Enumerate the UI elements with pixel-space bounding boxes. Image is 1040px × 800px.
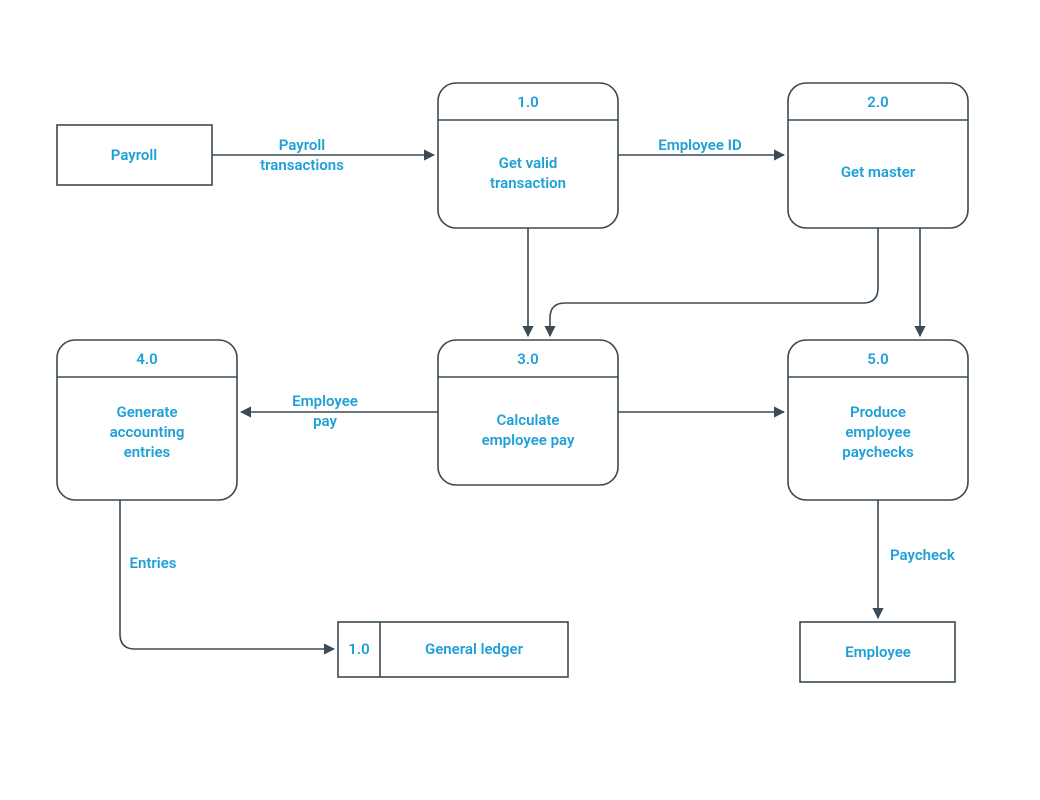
entity-payroll: Payroll [57, 125, 212, 185]
entity-employee: Employee [800, 622, 955, 682]
flow-employee-id-label: Employee ID [658, 136, 742, 154]
process-5-name-l2: employee [845, 423, 910, 441]
process-5-name-l3: paychecks [842, 443, 914, 461]
entity-payroll-label: Payroll [111, 146, 157, 164]
datastore-general-ledger: 1.0 General ledger [338, 622, 568, 677]
flow-employee-pay-l1: Employee [292, 392, 358, 410]
process-1-name-l1: Get valid [499, 154, 558, 172]
process-2-id: 2.0 [867, 93, 888, 111]
process-4-name-l3: entries [124, 443, 171, 461]
flow-entries-label: Entries [130, 554, 177, 572]
process-2: 2.0 Get master [788, 83, 968, 228]
flow-p2-to-p3 [550, 228, 878, 336]
process-4: 4.0 Generate accounting entries [57, 340, 237, 500]
dfd-diagram: Payroll 1.0 Get valid transaction 2.0 Ge… [0, 0, 1040, 800]
process-4-name-l1: Generate [116, 403, 177, 421]
process-3-id: 3.0 [517, 350, 538, 368]
process-4-name-l2: accounting [110, 423, 185, 441]
flow-payroll-label-l2: transactions [260, 156, 344, 174]
process-3: 3.0 Calculate employee pay [438, 340, 618, 485]
datastore-ledger-id: 1.0 [348, 640, 369, 658]
process-1-name-l2: transaction [490, 174, 566, 192]
process-1: 1.0 Get valid transaction [438, 83, 618, 228]
process-4-id: 4.0 [136, 350, 157, 368]
process-5: 5.0 Produce employee paychecks [788, 340, 968, 500]
flow-p5-to-employee: Paycheck [878, 500, 956, 618]
flow-paycheck-label: Paycheck [890, 546, 956, 564]
flow-payroll-label-l1: Payroll [279, 136, 325, 154]
flow-employee-pay-l2: pay [313, 412, 337, 430]
process-3-name-l2: employee pay [482, 431, 575, 449]
process-2-name-l1: Get master [841, 163, 916, 181]
flow-p3-to-p4: Employee pay [241, 392, 438, 430]
flow-p1-to-p2: Employee ID [618, 136, 784, 155]
entity-employee-label: Employee [845, 643, 911, 661]
process-1-id: 1.0 [517, 93, 538, 111]
datastore-ledger-name: General ledger [425, 640, 524, 658]
process-5-name-l1: Produce [850, 403, 906, 421]
flow-payroll-to-p1: Payroll transactions [212, 136, 434, 174]
process-3-name-l1: Calculate [496, 411, 559, 429]
process-5-id: 5.0 [867, 350, 888, 368]
flow-p4-to-ledger: Entries [120, 500, 334, 649]
